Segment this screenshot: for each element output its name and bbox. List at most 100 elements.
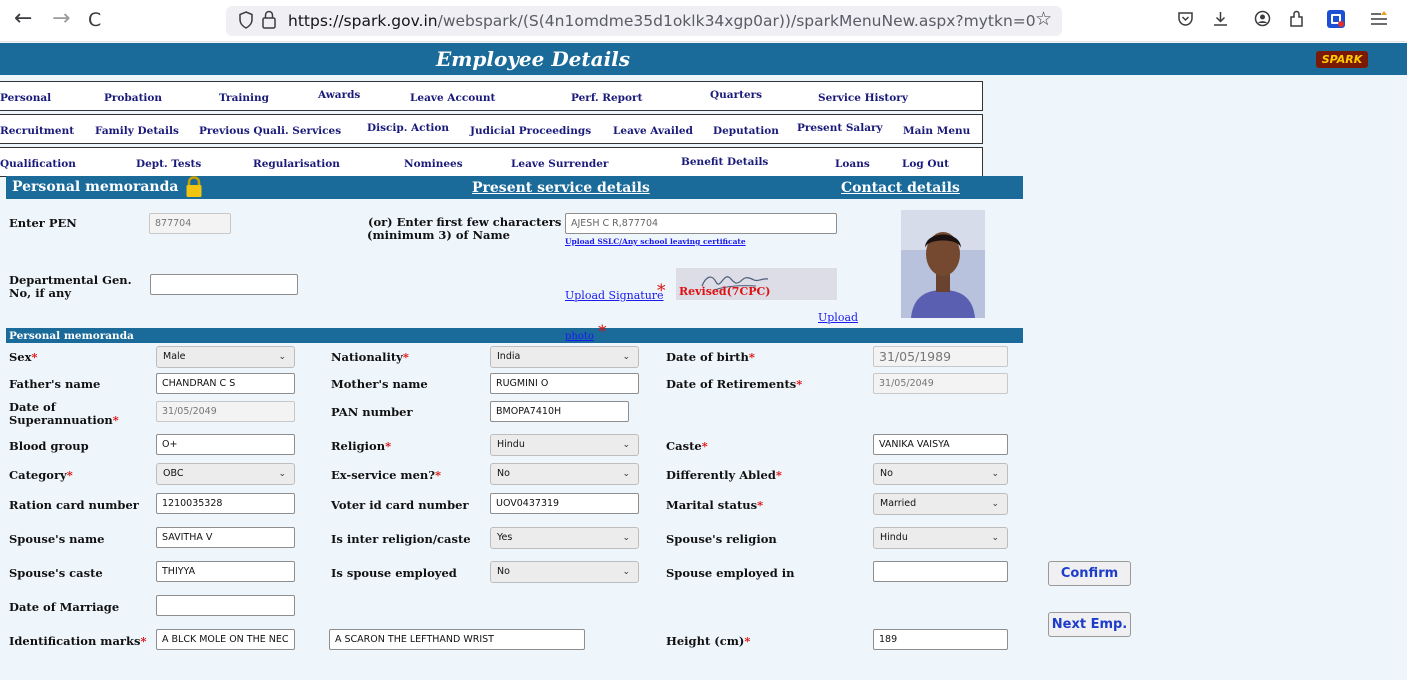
chevron-down-icon: ⌄ [622,469,630,479]
voter-id-label: Voter id card number [331,498,469,512]
confirm-button[interactable]: Confirm [1048,561,1131,586]
chevron-down-icon: ⌄ [991,533,999,543]
url-text[interactable]: https://spark.gov.in/webspark/(S(4n1omdm… [288,12,1036,30]
dept-gen-input[interactable] [150,274,298,295]
name-search-label-1: (or) Enter first few characters [368,215,562,229]
menu-judicial-proceedings[interactable]: Judicial Proceedings [470,125,591,137]
menu-deputation[interactable]: Deputation [713,125,779,137]
spouse-employed-in-input[interactable] [873,561,1008,582]
ex-service-label: Ex-service men?* [331,468,442,482]
mother-name-input[interactable] [490,373,639,394]
menu-service-history[interactable]: Service History [818,92,908,104]
spark-logo: SPARK [1316,51,1368,68]
revised-label: Revised(7CPC) [679,285,771,298]
upload-photo-link[interactable]: Upload [818,311,858,324]
identification-mark-1-input[interactable] [156,629,295,650]
inter-religion-label: Is inter religion/caste [331,532,471,546]
superannuation-label-2: Superannuation* [9,413,119,427]
menu-previous-quali-services[interactable]: Previous Quali. Services [199,125,341,137]
dept-gen-label-2: No, if any [9,286,72,300]
menu-discip-action[interactable]: Discip. Action [367,122,449,134]
sub-section-bar [6,328,1023,343]
menu-qualification[interactable]: Qualification [0,158,76,170]
caste-input[interactable] [873,434,1008,455]
menu-leave-account[interactable]: Leave Account [410,92,495,104]
inter-religion-select[interactable]: Yes ⌄ [490,527,639,549]
dept-gen-label-1: Departmental Gen. [9,273,132,287]
father-name-input[interactable] [156,373,295,394]
star-icon[interactable]: ☆ [1035,8,1052,30]
menu-leave-availed[interactable]: Leave Availed [613,125,693,137]
menu-quarters[interactable]: Quarters [710,89,762,101]
name-search-input[interactable] [565,213,837,234]
menu-perf-report[interactable]: Perf. Report [571,92,642,104]
upload-sslc-link[interactable]: Upload SSLC/Any school leaving certifica… [565,237,746,246]
marriage-date-label: Date of Marriage [9,600,120,614]
nationality-select[interactable]: India ⌄ [490,346,639,368]
menu-recruitment[interactable]: Recruitment [0,125,74,137]
identification-mark-2-input[interactable] [329,629,585,650]
blood-group-input[interactable] [156,434,295,455]
height-input[interactable] [873,629,1008,650]
chevron-down-icon: ⌄ [622,533,630,543]
menu-personal[interactable]: Personal [0,92,51,104]
menu-icon[interactable] [1370,10,1388,32]
menu-probation[interactable]: Probation [104,92,162,104]
menu-leave-surrender[interactable]: Leave Surrender [511,158,608,170]
dob-input[interactable] [873,346,1008,367]
marital-status-select[interactable]: Married ⌄ [873,493,1008,515]
next-employee-button[interactable]: Next Emp. [1048,612,1131,637]
pan-label: PAN number [331,405,413,419]
differently-abled-select[interactable]: No ⌄ [873,463,1008,485]
addon-icon[interactable] [1327,10,1345,28]
retirement-input[interactable] [873,373,1008,394]
retirement-label: Date of Retirements* [666,377,803,391]
sex-select[interactable]: Male ⌄ [156,346,295,368]
blood-group-label: Blood group [9,439,89,453]
account-icon[interactable] [1254,10,1271,32]
spouse-name-input[interactable] [156,527,295,548]
chevron-down-icon: ⌄ [991,499,999,509]
menu-main-menu[interactable]: Main Menu [903,125,970,137]
back-arrow-icon[interactable]: ← [14,6,32,31]
religion-select[interactable]: Hindu ⌄ [490,434,639,456]
menu-present-salary[interactable]: Present Salary [797,122,883,134]
pan-input[interactable] [490,401,629,422]
sub-section-title: Personal memoranda [9,330,134,342]
menu-dept-tests[interactable]: Dept. Tests [136,158,201,170]
spouse-religion-select[interactable]: Hindu ⌄ [873,527,1008,549]
chevron-down-icon: ⌄ [622,352,630,362]
forward-arrow-icon[interactable]: → [52,6,70,31]
superannuation-input[interactable] [156,401,295,422]
spouse-caste-input[interactable] [156,561,295,582]
spouse-employed-select[interactable]: No ⌄ [490,561,639,583]
pen-input[interactable] [149,213,231,234]
upload-signature-link[interactable]: Upload Signature [565,289,664,302]
menu-loans[interactable]: Loans [835,158,870,170]
contact-details-link[interactable]: Contact details [841,180,960,196]
menu-family-details[interactable]: Family Details [95,125,179,137]
lock-icon[interactable] [261,10,277,33]
upload-photo-link-2[interactable]: photo [565,331,594,342]
menu-log-out[interactable]: Log Out [902,158,949,170]
menu-regularisation[interactable]: Regularisation [253,158,340,170]
menu-training[interactable]: Training [219,92,269,104]
reload-icon[interactable]: C [88,9,101,31]
spouse-employed-label: Is spouse employed [331,566,457,580]
menu-nominees[interactable]: Nominees [404,158,463,170]
pen-label: Enter PEN [9,216,77,230]
voter-id-input[interactable] [490,493,639,514]
download-icon[interactable] [1212,10,1229,32]
name-search-label-2: (minimum 3) of Name [367,228,510,242]
present-service-details-link[interactable]: Present service details [472,180,650,196]
shield-icon[interactable] [238,11,254,33]
ration-card-input[interactable] [156,493,295,514]
menu-awards[interactable]: Awards [318,89,360,101]
differently-abled-label: Differently Abled* [666,468,782,482]
pocket-icon[interactable] [1177,10,1194,32]
extensions-icon[interactable] [1288,10,1305,33]
menu-benefit-details[interactable]: Benefit Details [681,156,768,168]
category-select[interactable]: OBC ⌄ [156,463,295,485]
ex-service-select[interactable]: No ⌄ [490,463,639,485]
marriage-date-input[interactable] [156,595,295,616]
